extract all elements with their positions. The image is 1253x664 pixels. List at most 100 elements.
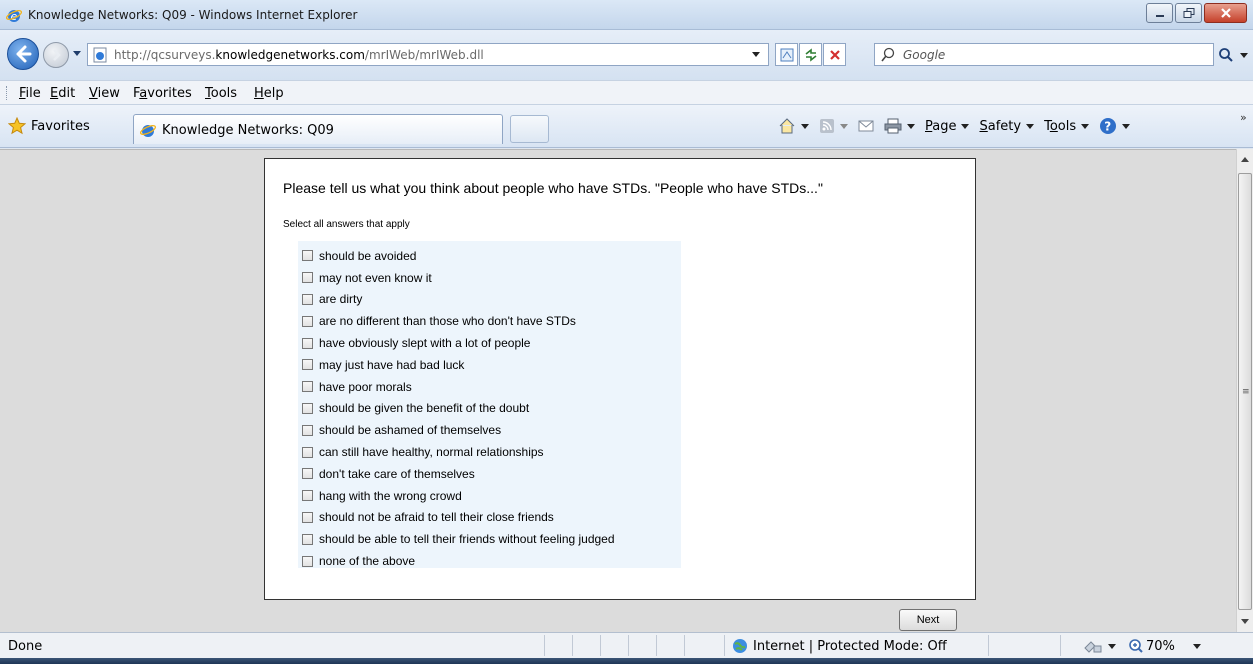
checkbox[interactable] [302, 446, 313, 458]
add-ons-icon[interactable] [1083, 638, 1103, 654]
vertical-scrollbar[interactable]: ≡ [1236, 149, 1253, 632]
checkbox[interactable] [302, 293, 313, 305]
search-box[interactable]: Google [874, 43, 1214, 66]
scroll-up-arrow-icon [1241, 157, 1249, 162]
scrollbar-thumb[interactable]: ≡ [1238, 173, 1252, 610]
answer-option[interactable]: can still have healthy, normal relations… [298, 441, 681, 463]
search-placeholder: Google [903, 48, 946, 62]
checkbox[interactable] [302, 381, 313, 393]
answer-option[interactable]: don't take care of themselves [298, 463, 681, 485]
feeds-button[interactable] [819, 118, 848, 134]
add-ons-dropdown[interactable] [1108, 643, 1116, 649]
answer-option[interactable]: should not be afraid to tell their close… [298, 507, 681, 529]
search-options-dropdown[interactable] [1240, 52, 1248, 58]
stop-button[interactable] [823, 43, 846, 66]
answer-option[interactable]: are no different than those who don't ha… [298, 310, 681, 332]
tools-menu-button[interactable]: Tools [1044, 119, 1090, 134]
back-button[interactable] [7, 38, 39, 70]
menu-view[interactable]: View [89, 86, 120, 101]
navigation-bar: http://qcsurveys.knowledgenetworks.com/m… [0, 30, 1253, 80]
help-icon: ? [1100, 118, 1117, 134]
search-button[interactable] [1218, 45, 1248, 65]
favorites-star-icon [8, 117, 26, 135]
checkbox[interactable] [302, 315, 313, 327]
menu-favorites[interactable]: Favorites [133, 86, 192, 101]
scroll-down-arrow-icon [1241, 619, 1249, 624]
scroll-down-button[interactable] [1237, 613, 1253, 630]
checkbox[interactable] [302, 511, 313, 523]
answer-option[interactable]: may just have had bad luck [298, 354, 681, 376]
survey-form: Please tell us what you think about peop… [264, 158, 976, 600]
home-button[interactable] [778, 117, 809, 135]
zoom-dropdown[interactable] [1192, 643, 1201, 649]
answer-option[interactable]: have poor morals [298, 376, 681, 398]
compatibility-view-button[interactable] [775, 43, 798, 66]
read-mail-button[interactable] [858, 119, 874, 133]
answer-option[interactable]: none of the above [298, 550, 681, 572]
back-arrow-icon [16, 45, 32, 63]
answer-option[interactable]: may not even know it [298, 267, 681, 289]
answer-option[interactable]: should be given the benefit of the doubt [298, 398, 681, 420]
checkbox[interactable] [302, 424, 313, 436]
refresh-icon [805, 47, 816, 62]
address-tools [775, 43, 847, 66]
checkbox[interactable] [302, 359, 313, 371]
answer-option[interactable]: have obviously slept with a lot of peopl… [298, 332, 681, 354]
next-button[interactable]: Next [899, 609, 957, 631]
menu-file[interactable]: File [19, 86, 41, 101]
answer-options: should be avoided may not even know it a… [298, 241, 681, 568]
url-text[interactable]: http://qcsurveys.knowledgenetworks.com/m… [114, 48, 484, 62]
tab-ie-icon [140, 125, 156, 137]
zoom-icon [1129, 639, 1143, 653]
minimize-button[interactable] [1146, 3, 1173, 23]
print-button[interactable] [884, 118, 915, 134]
zoom-level[interactable]: 70% [1146, 639, 1175, 654]
rss-feed-icon [820, 119, 834, 133]
security-zone[interactable]: Internet | Protected Mode: Off [732, 638, 947, 654]
menu-help[interactable]: Help [254, 86, 284, 101]
restore-button[interactable] [1175, 3, 1202, 23]
address-dropdown[interactable] [752, 52, 760, 57]
help-button[interactable]: ? [1099, 117, 1131, 135]
safety-menu-button[interactable]: Safety [979, 119, 1035, 134]
checkbox[interactable] [302, 272, 313, 284]
checkbox[interactable] [302, 402, 313, 414]
mail-icon [858, 120, 874, 132]
answer-option[interactable]: hang with the wrong crowd [298, 485, 681, 507]
close-icon [1220, 8, 1231, 18]
checkbox[interactable] [302, 337, 313, 349]
scroll-up-button[interactable] [1237, 151, 1253, 168]
instruction-text: Select all answers that apply [283, 219, 410, 230]
new-tab-button[interactable] [510, 115, 549, 143]
status-tools: 70% [1083, 638, 1201, 654]
title-bar: e Knowledge Networks: Q09 - Windows Inte… [0, 0, 1253, 30]
restore-icon [1183, 8, 1194, 18]
menu-tools[interactable]: Tools [205, 86, 237, 101]
checkbox[interactable] [302, 250, 313, 262]
refresh-button[interactable] [799, 43, 822, 66]
stop-icon [829, 49, 840, 60]
checkbox[interactable] [302, 533, 313, 545]
toolbar-overflow-button[interactable]: » [1240, 111, 1247, 124]
answer-option[interactable]: are dirty [298, 289, 681, 311]
browser-tab-active[interactable]: Knowledge Networks: Q09 [133, 114, 503, 144]
close-window-button[interactable] [1204, 3, 1247, 23]
checkbox[interactable] [302, 490, 313, 502]
checkbox[interactable] [302, 555, 313, 567]
command-buttons: Page Safety Tools ? [778, 117, 1140, 135]
recent-pages-dropdown[interactable] [73, 51, 81, 56]
answer-option[interactable]: should be avoided [298, 245, 681, 267]
answer-option[interactable]: should be able to tell their friends wit… [298, 528, 681, 550]
page-icon [93, 47, 107, 63]
page-menu-button[interactable]: Page [925, 119, 970, 134]
forward-button[interactable] [43, 42, 69, 68]
status-text: Done [8, 639, 43, 654]
command-bar: Favorites Knowledge Networks: Q09 Page S… [0, 104, 1253, 148]
tab-title: Knowledge Networks: Q09 [162, 123, 334, 138]
favorites-button[interactable]: Favorites [8, 117, 90, 135]
menu-edit[interactable]: Edit [50, 86, 75, 101]
answer-option[interactable]: should be ashamed of themselves [298, 419, 681, 441]
scroll-grip-icon: ≡ [1242, 387, 1250, 397]
address-bar[interactable]: http://qcsurveys.knowledgenetworks.com/m… [87, 43, 769, 66]
checkbox[interactable] [302, 468, 313, 480]
